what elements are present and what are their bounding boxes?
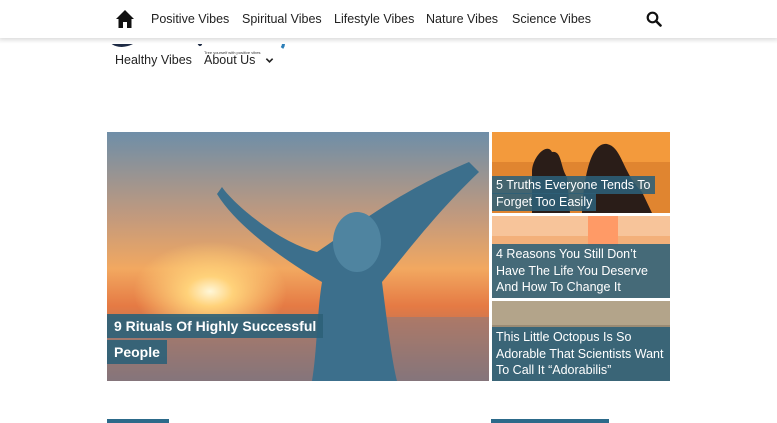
featured-main-post[interactable]: 9 Rituals Of Highly Successful People — [107, 132, 489, 381]
featured-side-title-2[interactable]: 4 Reasons You Still Don’t Have The Life … — [492, 244, 670, 298]
logo-tagline: Tree yourself with positive vibes — [204, 50, 261, 55]
chevron-down-icon — [265, 58, 274, 64]
top-navigation: Positive Vibes Spiritual Vibes Lifestyle… — [0, 0, 777, 38]
nav-item-science-vibes[interactable]: Science Vibes — [512, 12, 591, 26]
featured-side-title-1[interactable]: 5 Truths Everyone Tends To Forget Too Ea… — [492, 176, 670, 211]
home-icon[interactable] — [115, 9, 135, 29]
nav-item-nature-vibes[interactable]: Nature Vibes — [426, 12, 498, 26]
featured-side-title-3[interactable]: This Little Octopus Is So Adorable That … — [492, 327, 670, 381]
nav-item-lifestyle-vibes[interactable]: Lifestyle Vibes — [334, 12, 414, 26]
nav-shadow — [0, 38, 777, 44]
featured-side-post-1[interactable]: 5 Truths Everyone Tends To Forget Too Ea… — [492, 132, 670, 213]
section-header-bar-right — [491, 419, 609, 423]
section-header-bar-left — [107, 419, 169, 423]
featured-side-post-2[interactable]: 4 Reasons You Still Don’t Have The Life … — [492, 216, 670, 298]
featured-side-post-3[interactable]: This Little Octopus Is So Adorable That … — [492, 301, 670, 381]
nav-item-positive-vibes[interactable]: Positive Vibes — [151, 12, 229, 26]
featured-main-title[interactable]: 9 Rituals Of Highly Successful People — [107, 313, 337, 365]
search-icon[interactable] — [646, 11, 662, 27]
nav-item-spiritual-vibes[interactable]: Spiritual Vibes — [242, 12, 322, 26]
